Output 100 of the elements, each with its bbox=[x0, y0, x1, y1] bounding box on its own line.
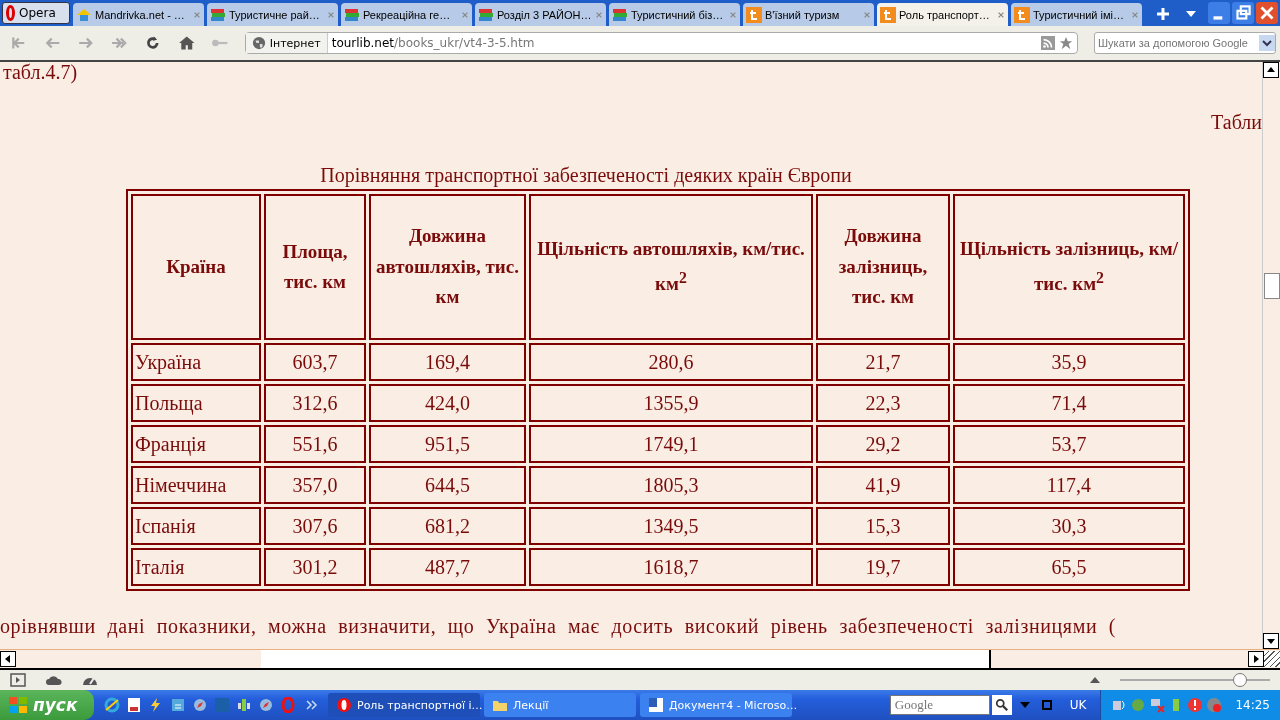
caret-icon[interactable] bbox=[1090, 677, 1100, 683]
home-icon[interactable] bbox=[177, 34, 196, 52]
security-zone[interactable]: Інтернет bbox=[245, 33, 328, 53]
taskbar-button[interactable]: Лекції bbox=[484, 693, 636, 717]
scroll-left-icon[interactable] bbox=[0, 651, 16, 667]
compass-icon[interactable] bbox=[192, 697, 208, 713]
table-cell: 169,4 bbox=[369, 343, 526, 381]
zoom-slider[interactable] bbox=[1120, 673, 1270, 687]
scroll-right-icon[interactable] bbox=[1248, 651, 1264, 667]
table-cell: 30,3 bbox=[953, 507, 1185, 545]
table-cell: 1805,3 bbox=[529, 466, 813, 504]
browser-tab[interactable]: Туристичне рай… bbox=[207, 3, 338, 26]
scroll-thumb[interactable] bbox=[261, 650, 991, 668]
address-field[interactable]: Інтернет tourlib.net/books_ukr/vt4-3-5.htm bbox=[244, 32, 1078, 54]
table-cell: 551,6 bbox=[264, 425, 366, 463]
browser-tab[interactable]: Рекреаційна ге… bbox=[341, 3, 472, 26]
search-icon[interactable] bbox=[991, 695, 1012, 715]
paragraph-text: табл.4.7) bbox=[2, 62, 79, 82]
word-document-icon bbox=[648, 697, 664, 713]
browser-icon[interactable] bbox=[104, 697, 120, 713]
vertical-scrollbar[interactable] bbox=[1262, 62, 1280, 649]
table-cell: Україна bbox=[131, 343, 261, 381]
table-cell: 21,7 bbox=[816, 343, 950, 381]
new-tab-icon[interactable] bbox=[1155, 6, 1171, 22]
column-header: Щільність автошляхів, км/тис. км$^{2}$ bbox=[529, 194, 813, 340]
search-field[interactable]: Google bbox=[889, 695, 990, 715]
table-cell: 603,7 bbox=[264, 343, 366, 381]
desktop-icon[interactable] bbox=[1041, 700, 1052, 710]
scroll-thumb[interactable] bbox=[1264, 273, 1280, 299]
site-icon bbox=[1014, 6, 1030, 23]
table-cell: Польща bbox=[131, 384, 261, 422]
scroll-down-icon[interactable] bbox=[1263, 633, 1279, 649]
browser-tab[interactable]: Mandrivka.net - … bbox=[73, 3, 204, 26]
table-cell: 71,4 bbox=[953, 384, 1185, 422]
search-field[interactable]: Шукати за допомогою Google bbox=[1094, 32, 1276, 54]
table-cell: 644,5 bbox=[369, 466, 526, 504]
paragraph-text: орівнявши дані показники, можна визначити, що Україна має досить високий рівень забезпеченості залізницями ( bbox=[0, 615, 1118, 637]
caret-icon[interactable] bbox=[1259, 34, 1275, 52]
table-cell: 53,7 bbox=[953, 425, 1185, 463]
table-cell: 307,6 bbox=[264, 507, 366, 545]
opera-icon bbox=[336, 697, 352, 713]
horizontal-scrollbar[interactable] bbox=[0, 649, 1280, 670]
site-icon bbox=[746, 6, 762, 23]
chevron-icon[interactable] bbox=[306, 700, 318, 710]
table-cell: 487,7 bbox=[369, 548, 526, 586]
network-disconnected-icon[interactable] bbox=[1149, 697, 1166, 713]
document-icon[interactable] bbox=[170, 697, 186, 713]
warning-icon[interactable] bbox=[1187, 697, 1204, 713]
house-icon bbox=[76, 6, 92, 23]
table-cell: 117,4 bbox=[953, 466, 1185, 504]
column-header: Країна bbox=[131, 194, 261, 340]
table-cell: 951,5 bbox=[369, 425, 526, 463]
language-indicator[interactable]: UK bbox=[1059, 698, 1097, 712]
table-cell: 312,6 bbox=[264, 384, 366, 422]
site-icon bbox=[880, 6, 896, 23]
close-icon[interactable] bbox=[1256, 2, 1278, 24]
close-icon[interactable] bbox=[997, 10, 1005, 19]
floppy-icon[interactable] bbox=[126, 697, 142, 713]
table-label: Табли bbox=[1210, 110, 1262, 134]
taskbar-button[interactable]: Роль транспортної і… bbox=[328, 693, 480, 717]
table-cell: 41,9 bbox=[816, 466, 950, 504]
books-icon bbox=[210, 6, 226, 23]
table-cell: 357,0 bbox=[264, 466, 366, 504]
browser-tab[interactable]: Роль транспорт… bbox=[877, 3, 1008, 26]
browser-tab[interactable]: Туристичний імі… bbox=[1011, 3, 1142, 26]
table-cell: 424,0 bbox=[369, 384, 526, 422]
table-cell: 1349,5 bbox=[529, 507, 813, 545]
table-caption: Порівняння транспортної забезпеченості деяких країн Європи bbox=[319, 164, 853, 187]
restore-icon[interactable] bbox=[1232, 2, 1254, 24]
table-cell: 681,2 bbox=[369, 507, 526, 545]
opera-logo-icon bbox=[6, 5, 15, 21]
table-cell: 1749,1 bbox=[529, 425, 813, 463]
table-cell: Німеччина bbox=[131, 466, 261, 504]
column-header: Щільність залізниць, км/тис. км$^{2}$ bbox=[953, 194, 1185, 340]
minimize-icon[interactable] bbox=[1208, 2, 1230, 24]
table-cell: 1355,9 bbox=[529, 384, 813, 422]
table-cell: Іспанія bbox=[131, 507, 261, 545]
table-cell: 29,2 bbox=[816, 425, 950, 463]
table-cell: Франція bbox=[131, 425, 261, 463]
star-icon[interactable] bbox=[1058, 36, 1073, 50]
resize-grip-icon[interactable] bbox=[1264, 651, 1280, 667]
panel-icon[interactable] bbox=[10, 672, 26, 688]
opera-menu-button[interactable]: Opera bbox=[2, 2, 70, 24]
scroll-up-icon[interactable] bbox=[1263, 62, 1279, 78]
table-cell: 301,2 bbox=[264, 548, 366, 586]
url-text: tourlib.net/books_ukr/vt4-3-5.htm bbox=[331, 36, 536, 50]
caret-icon[interactable] bbox=[1186, 11, 1196, 17]
table-cell: 35,9 bbox=[953, 343, 1185, 381]
rss-icon[interactable] bbox=[1040, 36, 1055, 50]
table-cell: 280,6 bbox=[529, 343, 813, 381]
browser-tab[interactable]: В'їзний туризм bbox=[743, 3, 874, 26]
table-cell: 65,5 bbox=[953, 548, 1185, 586]
windows-logo-icon bbox=[8, 695, 28, 715]
browser-tab[interactable]: Розділ 3 РАЙОН… bbox=[475, 3, 606, 26]
compass-icon[interactable] bbox=[258, 697, 274, 713]
browser-tab[interactable]: Туристичний біз… bbox=[609, 3, 740, 26]
table-cell: 15,3 bbox=[816, 507, 950, 545]
books-icon bbox=[612, 6, 628, 23]
books-icon bbox=[344, 6, 360, 23]
books-icon bbox=[478, 6, 494, 23]
